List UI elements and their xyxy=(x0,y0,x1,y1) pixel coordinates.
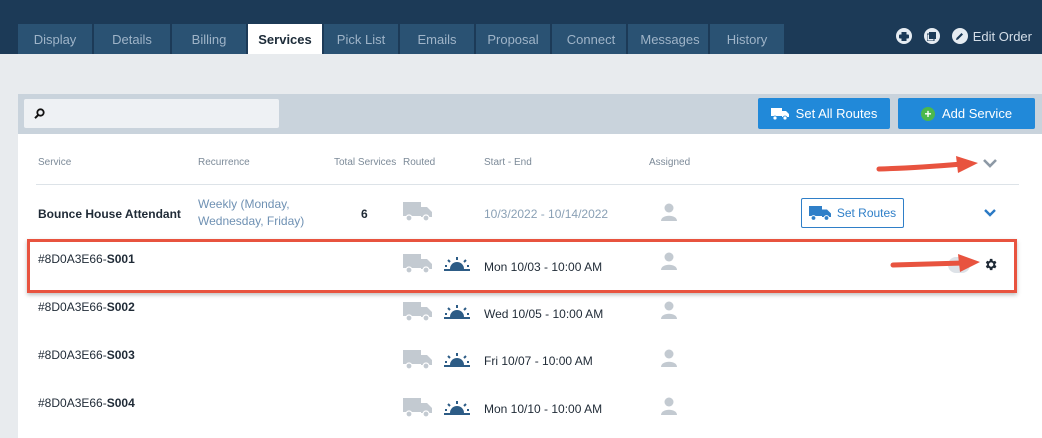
tab-details[interactable]: Details xyxy=(94,24,170,54)
search-icon xyxy=(34,108,45,119)
truck-icon xyxy=(770,107,789,120)
user-icon xyxy=(661,203,677,221)
user-icon xyxy=(661,349,677,367)
expand-chevron-icon[interactable] xyxy=(983,208,997,217)
tab-services[interactable]: Services xyxy=(248,24,322,54)
occurrence-id: #8D0A3E66-S004 xyxy=(38,396,135,410)
occurrence-date: Fri 10/07 - 10:00 AM xyxy=(484,354,593,368)
occurrence-date: Mon 10/10 - 10:00 AM xyxy=(484,402,603,416)
col-start-end: Start - End xyxy=(484,157,532,168)
service-recurrence: Weekly (Monday, Wednesday, Friday) xyxy=(198,197,305,228)
arrow-annotation-icon xyxy=(876,156,978,173)
user-icon xyxy=(661,397,677,415)
services-toolbar: Set All Routes + Add Service xyxy=(18,94,1042,134)
truck-icon xyxy=(403,350,432,370)
tab-history[interactable]: History xyxy=(710,24,784,54)
truck-icon xyxy=(403,202,432,222)
sunrise-icon xyxy=(444,353,470,367)
sunrise-icon xyxy=(444,305,470,319)
tab-emails[interactable]: Emails xyxy=(400,24,474,54)
add-service-button[interactable]: + Add Service xyxy=(898,98,1035,129)
collapse-all-chevron-icon[interactable] xyxy=(982,158,998,168)
edit-icon-wrap xyxy=(951,28,968,44)
print-icon xyxy=(898,31,909,41)
service-name: Bounce House Attendant xyxy=(38,207,181,221)
truck-icon xyxy=(403,398,432,418)
sunrise-icon xyxy=(444,401,470,415)
arrow-annotation-icon xyxy=(890,254,980,272)
set-routes-button[interactable]: Set Routes xyxy=(801,198,904,228)
service-date-range: 10/3/2022 - 10/14/2022 xyxy=(484,207,609,221)
col-routed: Routed xyxy=(403,157,436,168)
edit-order-button[interactable]: Edit Order xyxy=(951,28,1042,44)
tab-connect[interactable]: Connect xyxy=(552,24,626,54)
search-input[interactable] xyxy=(24,99,279,128)
gear-icon[interactable] xyxy=(983,257,998,272)
col-assigned: Assigned xyxy=(649,157,691,168)
occurrence-id: #8D0A3E66-S003 xyxy=(38,348,135,362)
plus-icon: + xyxy=(920,106,935,121)
tab-pick-list[interactable]: Pick List xyxy=(324,24,398,54)
col-total-services: Total Services xyxy=(334,157,397,168)
truck-icon xyxy=(808,205,831,221)
occurrence-id: #8D0A3E66-S002 xyxy=(38,300,135,314)
col-service: Service xyxy=(38,157,72,168)
top-bar: Display Details Billing Services Pick Li… xyxy=(0,0,1042,54)
highlight-box xyxy=(27,239,1017,293)
user-icon xyxy=(661,301,677,319)
tab-messages[interactable]: Messages xyxy=(628,24,708,54)
copy-button[interactable] xyxy=(923,28,940,44)
copy-icon xyxy=(927,31,937,41)
header-divider xyxy=(36,184,1019,185)
print-button[interactable] xyxy=(895,28,912,44)
occurrence-date: Wed 10/05 - 10:00 AM xyxy=(484,307,604,321)
set-all-routes-button[interactable]: Set All Routes xyxy=(758,98,890,129)
col-recurrence: Recurrence xyxy=(198,157,250,168)
header-actions: Edit Order xyxy=(884,28,1042,44)
pencil-icon xyxy=(956,32,964,40)
tab-proposal[interactable]: Proposal xyxy=(476,24,550,54)
truck-icon xyxy=(403,302,432,322)
tab-display[interactable]: Display xyxy=(18,24,92,54)
service-total: 6 xyxy=(361,207,368,221)
tab-billing[interactable]: Billing xyxy=(172,24,246,54)
tab-strip: Display Details Billing Services Pick Li… xyxy=(18,24,786,54)
